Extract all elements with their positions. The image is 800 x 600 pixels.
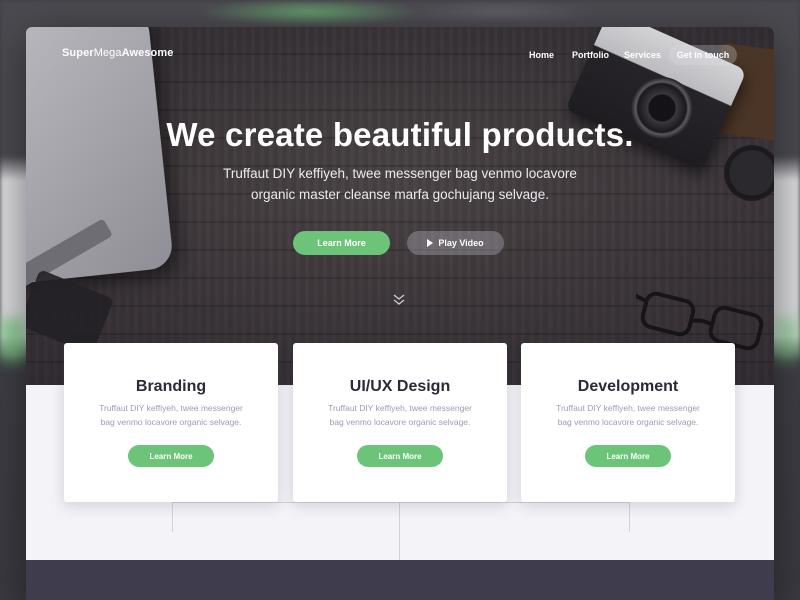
- card-title: Development: [577, 378, 679, 395]
- branding-learn-more-button[interactable]: Learn More: [128, 445, 214, 467]
- nav-link-home[interactable]: Home: [529, 50, 554, 60]
- website-mockup: SuperMegaAwesome Home Portfolio Services…: [26, 27, 774, 600]
- card-description: Truffaut DIY keffiyeh, twee messenger ba…: [315, 401, 485, 429]
- hero-learn-more-button[interactable]: Learn More: [293, 231, 390, 255]
- connector-line-center: [399, 502, 400, 560]
- main-nav: Home Portfolio Services Get in touch: [26, 45, 774, 65]
- service-card-development: Development Truffaut DIY keffiyeh, twee …: [521, 343, 735, 502]
- card-description-line-2: bag venmo locavore organic selvage.: [557, 417, 699, 427]
- nav-link-services[interactable]: Services: [624, 50, 661, 60]
- hero-subtitle: Truffaut DIY keffiyeh, twee messenger ba…: [206, 163, 594, 205]
- card-title: Branding: [135, 378, 207, 395]
- card-description-line-1: Truffaut DIY keffiyeh, twee messenger: [99, 403, 243, 413]
- chevron-double-down-icon[interactable]: [392, 293, 406, 307]
- development-learn-more-button[interactable]: Learn More: [585, 445, 671, 467]
- play-video-label: Play Video: [438, 238, 484, 248]
- blurred-accent-right: [772, 318, 800, 362]
- play-video-button[interactable]: Play Video: [407, 231, 504, 255]
- connector-line-left: [172, 502, 173, 532]
- connector-line-horizontal: [172, 502, 630, 503]
- service-card-uiux: UI/UX Design Truffaut DIY keffiyeh, twee…: [293, 343, 507, 502]
- get-in-touch-button[interactable]: Get in touch: [669, 45, 737, 65]
- blurred-accent-left: [0, 318, 26, 362]
- connector-line-right: [629, 502, 630, 532]
- card-description-line-1: Truffaut DIY keffiyeh, twee messenger: [556, 403, 700, 413]
- card-description-line-2: bag venmo locavore organic selvage.: [100, 417, 242, 427]
- card-description: Truffaut DIY keffiyeh, twee messenger ba…: [543, 401, 713, 429]
- card-description: Truffaut DIY keffiyeh, twee messenger ba…: [86, 401, 256, 429]
- nav-link-portfolio[interactable]: Portfolio: [572, 50, 609, 60]
- laptop-image: [26, 27, 175, 286]
- card-description-line-1: Truffaut DIY keffiyeh, twee messenger: [328, 403, 472, 413]
- service-card-branding: Branding Truffaut DIY keffiyeh, twee mes…: [64, 343, 278, 502]
- hero-title: We create beautiful products.: [166, 116, 634, 153]
- uiux-learn-more-button[interactable]: Learn More: [357, 445, 443, 467]
- hero-subtitle-line-2: organic master cleanse marfa gochujang s…: [251, 187, 549, 202]
- footer-band: [26, 560, 774, 600]
- card-title: UI/UX Design: [349, 378, 451, 395]
- play-icon: [427, 239, 434, 247]
- card-description-line-2: bag venmo locavore organic selvage.: [329, 417, 471, 427]
- hero-subtitle-line-1: Truffaut DIY keffiyeh, twee messenger ba…: [223, 166, 577, 181]
